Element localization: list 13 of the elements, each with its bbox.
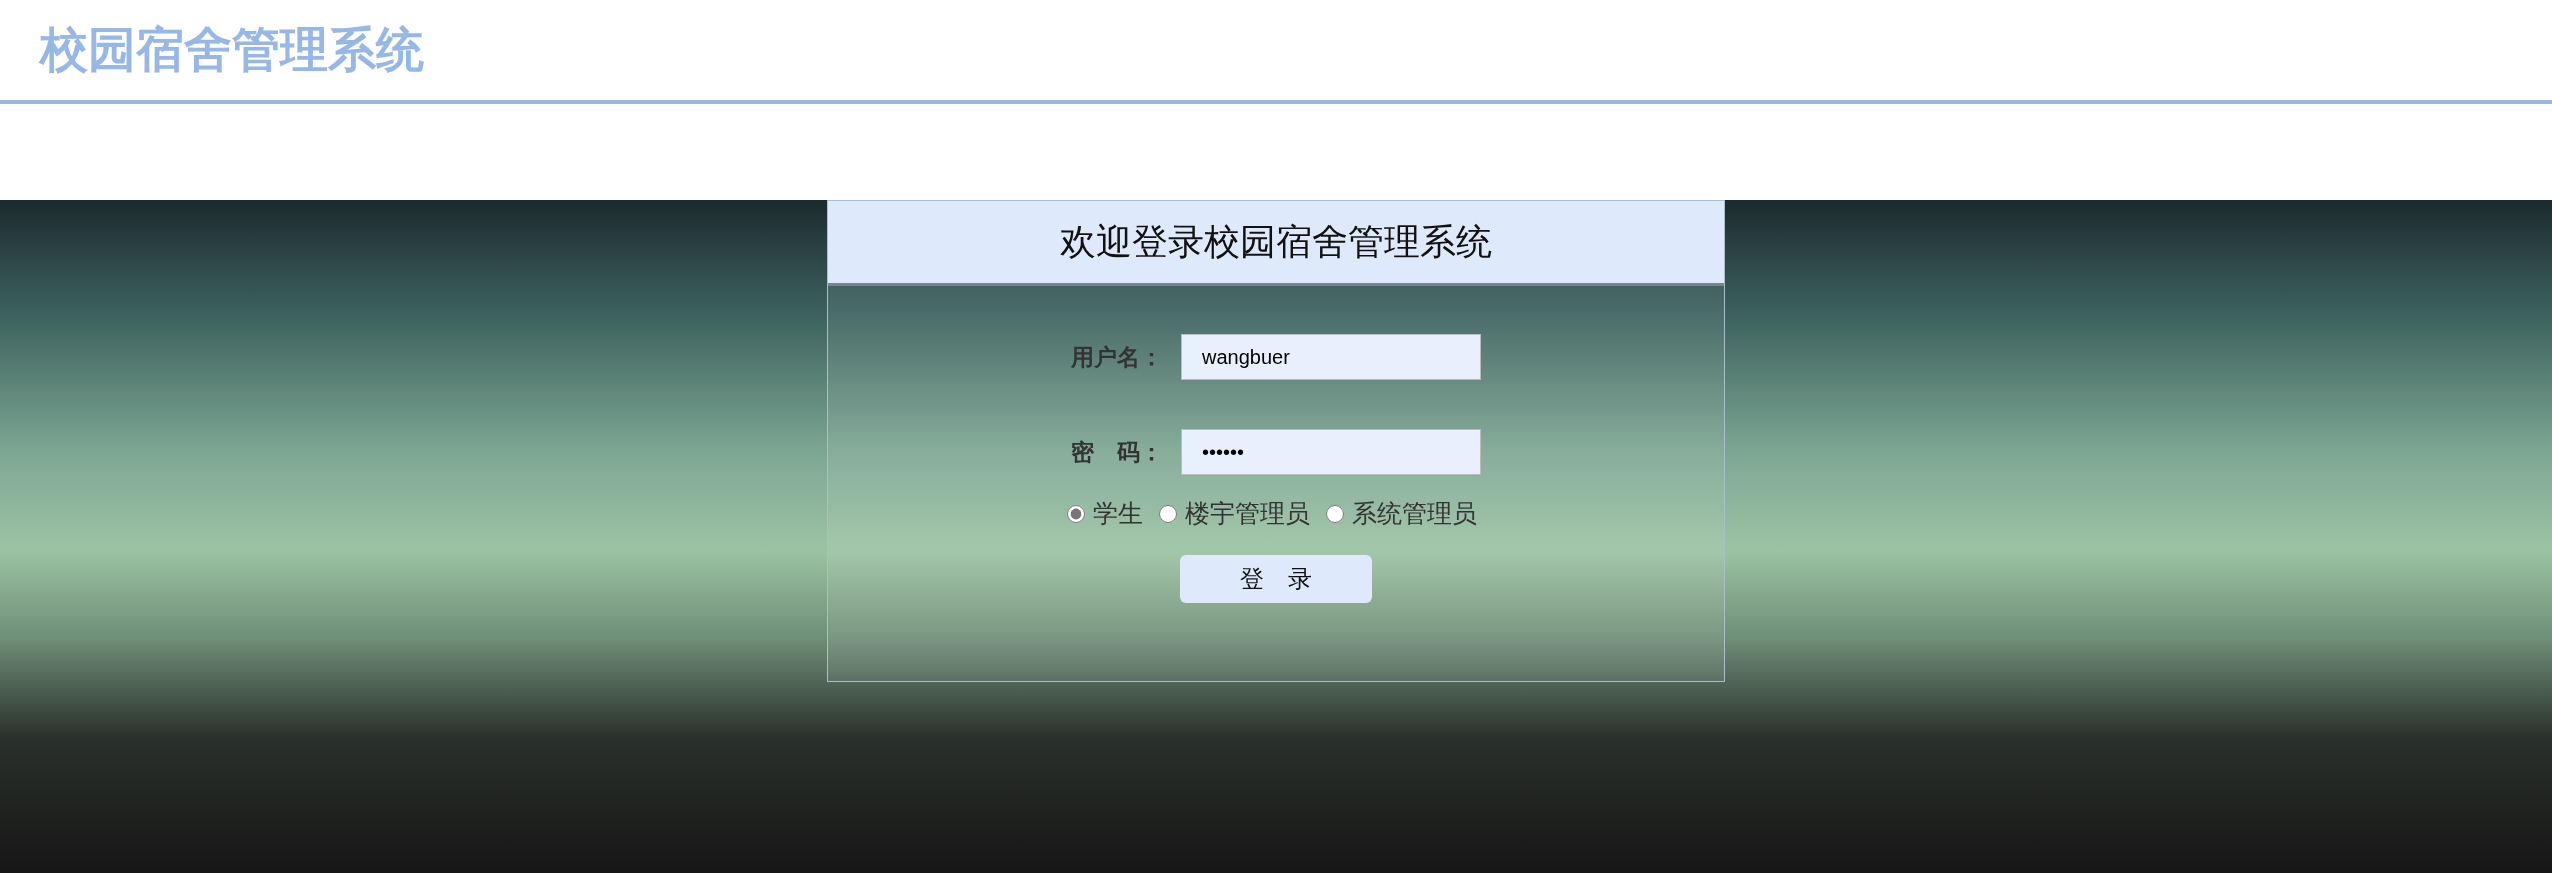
role-radio[interactable]	[1159, 504, 1177, 523]
password-label: 密 码：	[1071, 437, 1163, 467]
site-title: 校园宿舍管理系统	[40, 22, 424, 78]
username-field[interactable]: wangbuer	[1181, 334, 1481, 380]
role-radio[interactable]	[1067, 504, 1085, 523]
role-label: 楼宇管理员	[1185, 498, 1310, 529]
role-label: 系统管理员	[1352, 498, 1477, 529]
role-radio[interactable]	[1326, 504, 1344, 523]
username-label: 用户名：	[1071, 342, 1163, 372]
login-title: 欢迎登录校园宿舍管理系统	[828, 201, 1724, 286]
password-field[interactable]: ••••••	[1181, 429, 1481, 475]
login-button[interactable]: 登 录	[1180, 554, 1372, 603]
role-label: 学生	[1093, 498, 1143, 529]
